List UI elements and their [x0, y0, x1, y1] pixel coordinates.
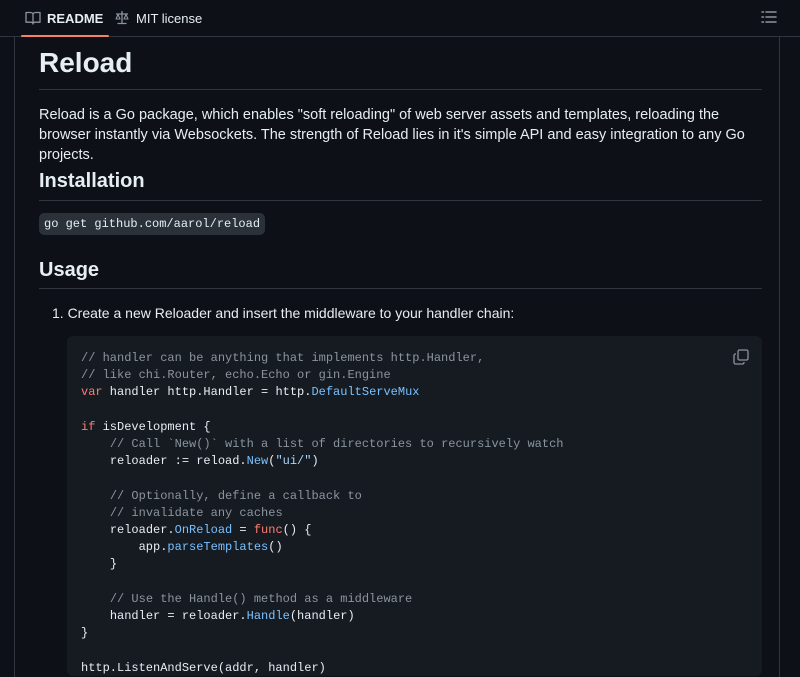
code-text: } [109, 557, 118, 572]
tab-license[interactable]: MIT license [114, 0, 202, 36]
code-line: // like chi.Router, echo.Echo or gin.Eng… [81, 368, 391, 383]
list-icon [760, 11, 778, 30]
installation-divider [39, 200, 762, 201]
usage-step-1: 1. Create a new Reloader and insert the … [52, 305, 515, 321]
readme-tab-bar: README MIT license [0, 0, 800, 37]
code-text: = [232, 523, 254, 538]
copy-icon [732, 349, 750, 370]
code-keyword: var [81, 385, 103, 400]
copy-code-button[interactable] [732, 348, 750, 366]
code-constant: DefaultServeMux [311, 385, 420, 400]
code-text: isDevelopment { [95, 419, 211, 434]
code-function: OnReload [174, 523, 233, 538]
code-text: reloader. [109, 523, 175, 538]
book-icon [25, 10, 41, 26]
code-string: "ui/" [275, 454, 312, 469]
code-text: app. [138, 540, 168, 555]
code-line: // Use the Handle() method as a middlewa… [109, 591, 413, 606]
code-text: reloader := reload. [109, 454, 247, 469]
tab-readme-label: README [47, 10, 104, 26]
code-text: handler = reloader. [109, 609, 247, 624]
title-divider [39, 89, 762, 90]
readme-title: Reload [39, 47, 133, 78]
code-text: () [268, 540, 283, 555]
readme-intro-paragraph: Reload is a Go package, which enables "s… [39, 107, 745, 163]
code-content: // handler can be anything that implemen… [81, 350, 564, 677]
outline-menu-button[interactable] [760, 8, 778, 26]
code-text: handler http.Handler = http. [102, 385, 312, 400]
code-line: // handler can be anything that implemen… [81, 351, 485, 365]
code-function: New [246, 454, 269, 469]
law-scale-icon [114, 10, 130, 26]
tab-license-label: MIT license [136, 10, 203, 26]
code-text: () { [282, 523, 312, 538]
install-command: go get github.com/aarol/reload [39, 213, 266, 235]
code-keyword: func [253, 523, 283, 538]
code-text: ) [311, 454, 319, 469]
code-function: Handle [246, 609, 290, 624]
code-line: // invalidate any caches [109, 505, 283, 520]
usage-divider [39, 288, 762, 289]
code-text: } [81, 626, 89, 641]
code-line: // Optionally, define a callback to [109, 488, 362, 503]
tab-readme[interactable]: README [20, 0, 110, 37]
usage-heading: Usage [39, 259, 100, 281]
code-text: (handler) [289, 609, 355, 624]
code-text: http.ListenAndServe(addr, handler) [81, 660, 326, 675]
installation-heading: Installation [39, 170, 145, 192]
code-keyword: if [81, 419, 96, 434]
code-block: // handler can be anything that implemen… [67, 336, 762, 676]
code-function: parseTemplates [167, 540, 269, 555]
code-line: // Call `New()` with a list of directori… [109, 437, 564, 452]
